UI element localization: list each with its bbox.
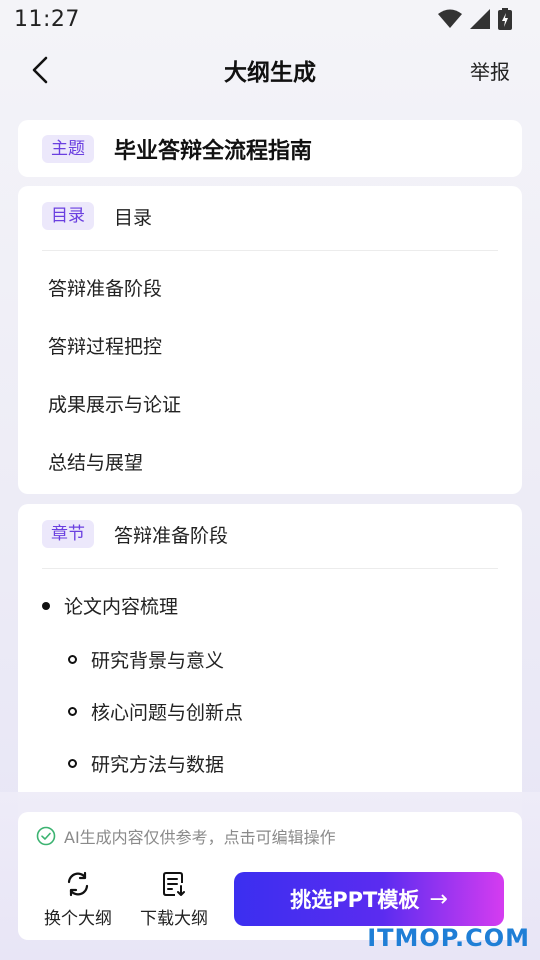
nav-bar: 大纲生成 举报 xyxy=(0,44,540,96)
report-button[interactable]: 举报 xyxy=(470,56,510,85)
divider xyxy=(42,250,498,251)
chevron-left-icon xyxy=(32,56,48,84)
status-bar: 11:27 xyxy=(0,0,540,38)
sub-list-item-label: 研究方法与数据 xyxy=(91,754,225,776)
battery-icon xyxy=(498,8,512,30)
ai-note: AI生成内容仅供参考，点击可编辑操作 xyxy=(36,824,336,848)
sub-list-item[interactable]: 核心问题与创新点 xyxy=(68,698,243,725)
chapter-tag: 章节 xyxy=(42,520,94,548)
hollow-bullet-dot xyxy=(68,759,77,768)
check-circle-icon xyxy=(36,826,56,846)
status-time: 11:27 xyxy=(14,6,80,32)
sub-list-item-label: 核心问题与创新点 xyxy=(91,702,244,724)
choose-ppt-template-button[interactable]: 挑选PPT模板 → xyxy=(234,872,504,926)
toc-tag: 目录 xyxy=(42,202,94,230)
watermark-logo: ITMOP.COM xyxy=(367,924,530,952)
toc-item[interactable]: 答辩准备阶段 xyxy=(48,274,162,301)
topic-title[interactable]: 毕业答辩全流程指南 xyxy=(114,133,312,165)
chapter-header: 章节 答辩准备阶段 xyxy=(42,520,228,548)
status-icons xyxy=(438,8,512,30)
swap-outline-button[interactable]: 换个大纲 xyxy=(38,870,118,929)
arrow-right-icon: → xyxy=(429,886,448,912)
cta-label: 挑选PPT模板 xyxy=(290,888,420,912)
refresh-icon xyxy=(67,871,89,897)
ai-note-text: AI生成内容仅供参考，点击可编辑操作 xyxy=(64,828,336,847)
bottom-action-card: AI生成内容仅供参考，点击可编辑操作 换个大纲 下载大纲 挑选PPT模板 → xyxy=(18,812,522,940)
topic-card[interactable]: 主题 毕业答辩全流程指南 xyxy=(18,120,522,177)
download-outline-label: 下载大纲 xyxy=(140,909,208,929)
toc-header: 目录 目录 xyxy=(42,202,152,230)
back-button[interactable] xyxy=(24,54,56,86)
wifi-icon xyxy=(438,9,462,28)
divider xyxy=(42,568,498,569)
chapter-heading[interactable]: 答辩准备阶段 xyxy=(114,521,228,548)
download-list-icon xyxy=(163,872,185,896)
list-item[interactable]: 论文内容梳理 xyxy=(42,592,178,619)
page-title: 大纲生成 xyxy=(224,60,316,86)
sub-list-item-label: 研究背景与意义 xyxy=(91,650,225,672)
topic-tag: 主题 xyxy=(42,134,94,163)
toc-card: 目录 目录 答辩准备阶段 答辩过程把控 成果展示与论证 总结与展望 xyxy=(18,186,522,494)
download-outline-button[interactable]: 下载大纲 xyxy=(134,870,214,929)
toc-heading[interactable]: 目录 xyxy=(114,203,152,230)
sub-list-item[interactable]: 研究方法与数据 xyxy=(68,750,224,777)
swap-outline-label: 换个大纲 xyxy=(44,909,112,929)
sub-list-item[interactable]: 研究背景与意义 xyxy=(68,646,224,673)
list-item-label: 论文内容梳理 xyxy=(64,596,179,618)
toc-item[interactable]: 答辩过程把控 xyxy=(48,332,162,359)
chapter-card: 章节 答辩准备阶段 论文内容梳理 研究背景与意义 核心问题与创新点 研究方法与数… xyxy=(18,504,522,824)
toc-item[interactable]: 成果展示与论证 xyxy=(48,390,181,417)
bullet-dot xyxy=(42,601,50,610)
signal-icon xyxy=(470,9,490,29)
toc-item[interactable]: 总结与展望 xyxy=(48,448,143,475)
hollow-bullet-dot xyxy=(68,655,77,664)
hollow-bullet-dot xyxy=(68,707,77,716)
